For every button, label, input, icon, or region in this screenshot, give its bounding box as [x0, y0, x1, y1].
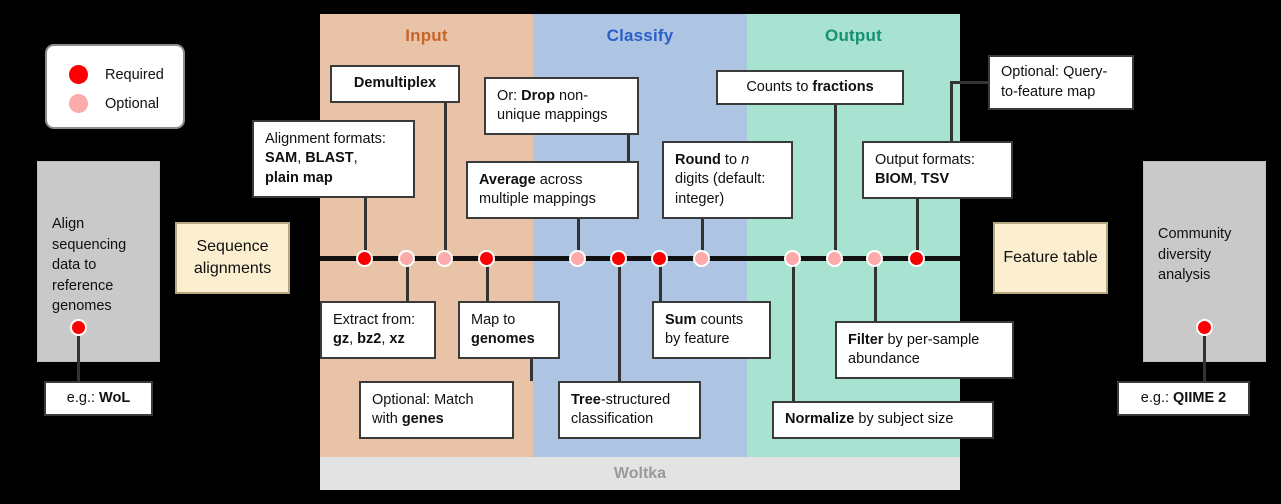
dot-align-required: [70, 319, 87, 336]
callout-match-with-genes: Optional: Match with genes: [359, 381, 514, 439]
callout-qiime-example: e.g.: QIIME 2: [1117, 381, 1250, 416]
callout-round-to-n: Round to n digits (default: integer): [662, 141, 793, 219]
data-box-feature-table: Feature table: [993, 222, 1108, 294]
connector-sum-counts: [659, 261, 662, 301]
dot-output-formats: [908, 250, 925, 267]
stage-title-classify: Classify: [606, 26, 674, 45]
data-box-sequence-alignments: Sequence alignments: [175, 222, 290, 294]
dot-alignment-formats: [356, 250, 373, 267]
callout-map-to-genomes-text: Map to genomes: [471, 311, 535, 347]
connector-query-map-horizontal: [950, 81, 990, 84]
connector-demultiplex: [444, 103, 447, 256]
dot-filter-abundance: [866, 250, 883, 267]
stage-title-output: Output: [825, 26, 882, 45]
connector-extract-from: [406, 261, 409, 301]
connector-query-map-vertical: [950, 81, 953, 143]
callout-tree-structured: Tree-structured classification: [558, 381, 701, 439]
external-stage-diversity-label: Community diversity analysis: [1158, 226, 1232, 284]
legend-item-required: Required: [69, 65, 164, 84]
external-stage-align-label: Align sequencing data to reference genom…: [52, 216, 127, 315]
connector-diversity-example: [1203, 334, 1206, 381]
callout-query-feature-map-text: Optional: Query-to-feature map: [1001, 64, 1108, 100]
callout-drop-nonunique-text: Or: Drop non-unique mappings: [497, 87, 608, 123]
dot-round-to-n: [693, 250, 710, 267]
pipeline-axis: [320, 256, 960, 261]
callout-alignment-formats: Alignment formats: SAM, BLAST, plain map: [252, 120, 415, 198]
tool-name-label: Woltka: [613, 464, 667, 482]
stage-title-input: Input: [405, 26, 448, 45]
connector-align-example: [77, 334, 80, 381]
dot-counts-fractions: [826, 250, 843, 267]
callout-demultiplex-text: Demultiplex: [353, 75, 437, 92]
connector-alignment-formats: [364, 198, 367, 256]
connector-map-to-genomes: [486, 261, 489, 301]
dot-normalize: [784, 250, 801, 267]
legend-label-optional: Optional: [105, 95, 160, 112]
legend: Required Optional: [45, 44, 185, 129]
callout-filter-abundance-text: Filter by per-sample abundance: [848, 331, 980, 367]
callout-sum-counts-text: Sum counts by feature: [665, 311, 744, 347]
dot-extract-from: [398, 250, 415, 267]
callout-average-across-text: Average across multiple mappings: [479, 171, 596, 207]
callout-alignment-formats-text: Alignment formats: SAM, BLAST, plain map: [265, 131, 386, 186]
dot-tree-structured: [610, 250, 627, 267]
legend-item-optional: Optional: [69, 94, 159, 113]
diagram-canvas: Input Classify Output Woltka Required Op…: [0, 0, 1281, 504]
tool-name-footer: Woltka: [320, 457, 960, 490]
dot-demultiplex: [436, 250, 453, 267]
connector-drop-nonunique-upper: [627, 135, 630, 161]
connector-tree-structured: [618, 261, 621, 381]
callout-average-across: Average across multiple mappings: [466, 161, 639, 219]
callout-extract-from-text: Extract from: gz, bz2, xz: [333, 311, 416, 347]
callout-demultiplex: Demultiplex: [330, 65, 460, 103]
callout-query-feature-map: Optional: Query-to-feature map: [988, 55, 1134, 110]
legend-label-required: Required: [105, 66, 164, 83]
callout-output-formats-text: Output formats: BIOM, TSV: [875, 151, 975, 187]
connector-match-with-genes: [530, 359, 533, 381]
callout-wol-text: e.g.: WoL: [66, 389, 131, 406]
callout-round-to-n-text: Round to n digits (default: integer): [675, 152, 766, 207]
dot-sum-counts: [651, 250, 668, 267]
callout-counts-fractions-text: Counts to fractions: [746, 78, 874, 95]
callout-counts-fractions: Counts to fractions: [716, 70, 904, 105]
callout-tree-structured-text: Tree-structured classification: [571, 391, 671, 427]
connector-normalize: [792, 261, 795, 401]
external-stage-align: Align sequencing data to reference genom…: [37, 161, 160, 362]
callout-filter-abundance: Filter by per-sample abundance: [835, 321, 1014, 379]
dot-map-to-genomes: [478, 250, 495, 267]
dot-drop-nonunique: [569, 250, 586, 267]
data-box-sequence-alignments-label: Sequence alignments: [193, 238, 272, 277]
optional-dot-icon: [69, 94, 88, 113]
connector-counts-fractions: [834, 105, 837, 256]
callout-normalize-text: Normalize by subject size: [785, 411, 954, 428]
callout-match-with-genes-text: Optional: Match with genes: [372, 391, 474, 427]
callout-qiime-text: e.g.: QIIME 2: [1140, 389, 1227, 406]
connector-filter-abundance: [874, 261, 877, 321]
callout-normalize: Normalize by subject size: [772, 401, 994, 439]
required-dot-icon: [69, 65, 88, 84]
data-box-feature-table-label: Feature table: [1003, 249, 1098, 267]
callout-wol-example: e.g.: WoL: [44, 381, 153, 416]
callout-sum-counts: Sum counts by feature: [652, 301, 771, 359]
callout-map-to-genomes: Map to genomes: [458, 301, 560, 359]
connector-output-formats: [916, 199, 919, 256]
callout-output-formats: Output formats: BIOM, TSV: [862, 141, 1013, 199]
callout-extract-from: Extract from: gz, bz2, xz: [320, 301, 436, 359]
callout-drop-nonunique: Or: Drop non-unique mappings: [484, 77, 639, 135]
dot-diversity-required: [1196, 319, 1213, 336]
